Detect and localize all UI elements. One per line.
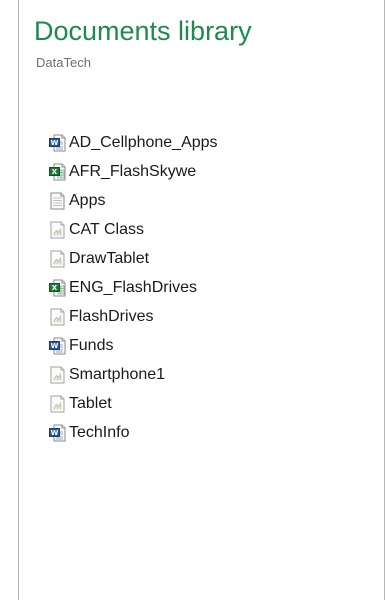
file-name: CAT Class [69, 220, 144, 238]
file-item-flashdrives[interactable]: FlashDrives [49, 302, 218, 331]
text-document-icon [49, 192, 69, 210]
file-item-ad-cellphone-apps[interactable]: W AD_Cellphone_Apps [49, 128, 218, 157]
file-name: Apps [69, 191, 106, 209]
word-document-icon: W [49, 337, 69, 355]
generic-file-icon [49, 221, 69, 239]
svg-text:W: W [51, 342, 59, 350]
documents-library-panel: Documents library DataTech W AD_Cellphone… [18, 0, 385, 600]
generic-file-icon [49, 366, 69, 384]
file-name: TechInfo [69, 423, 130, 441]
svg-text:W: W [51, 429, 59, 437]
file-item-smartphone1[interactable]: Smartphone1 [49, 360, 218, 389]
library-header: Documents library DataTech [34, 14, 252, 70]
excel-spreadsheet-icon: X [49, 163, 69, 181]
svg-text:W: W [51, 139, 59, 147]
word-document-icon: W [49, 134, 69, 152]
file-name: ENG_FlashDrives [69, 278, 198, 296]
svg-text:X: X [52, 168, 58, 176]
file-item-cat-class[interactable]: CAT Class [49, 215, 218, 244]
library-title: Documents library [34, 16, 252, 46]
file-item-tablet[interactable]: Tablet [49, 389, 218, 418]
file-name: DrawTablet [69, 249, 150, 267]
library-subtitle: DataTech [36, 55, 91, 70]
generic-file-icon [49, 395, 69, 413]
file-name: FlashDrives [69, 307, 154, 325]
file-item-funds[interactable]: W Funds [49, 331, 218, 360]
file-item-afr-flashskywe[interactable]: X AFR_FlashSkywe [49, 157, 218, 186]
svg-text:X: X [52, 284, 58, 292]
file-name: Smartphone1 [69, 365, 166, 383]
file-name: Tablet [69, 394, 112, 412]
file-item-drawtablet[interactable]: DrawTablet [49, 244, 218, 273]
word-document-icon: W [49, 424, 69, 442]
file-item-apps[interactable]: Apps [49, 186, 218, 215]
excel-spreadsheet-icon: X [49, 279, 69, 297]
file-name: AD_Cellphone_Apps [69, 133, 218, 151]
file-name: Funds [69, 336, 114, 354]
generic-file-icon [49, 308, 69, 326]
file-item-eng-flashdrives[interactable]: X ENG_FlashDrives [49, 273, 218, 302]
file-list: W AD_Cellphone_Apps X AFR_FlashSkywe Apps CAT… [49, 128, 218, 447]
file-item-techinfo[interactable]: W TechInfo [49, 418, 218, 447]
file-name: AFR_FlashSkywe [69, 162, 197, 180]
generic-file-icon [49, 250, 69, 268]
